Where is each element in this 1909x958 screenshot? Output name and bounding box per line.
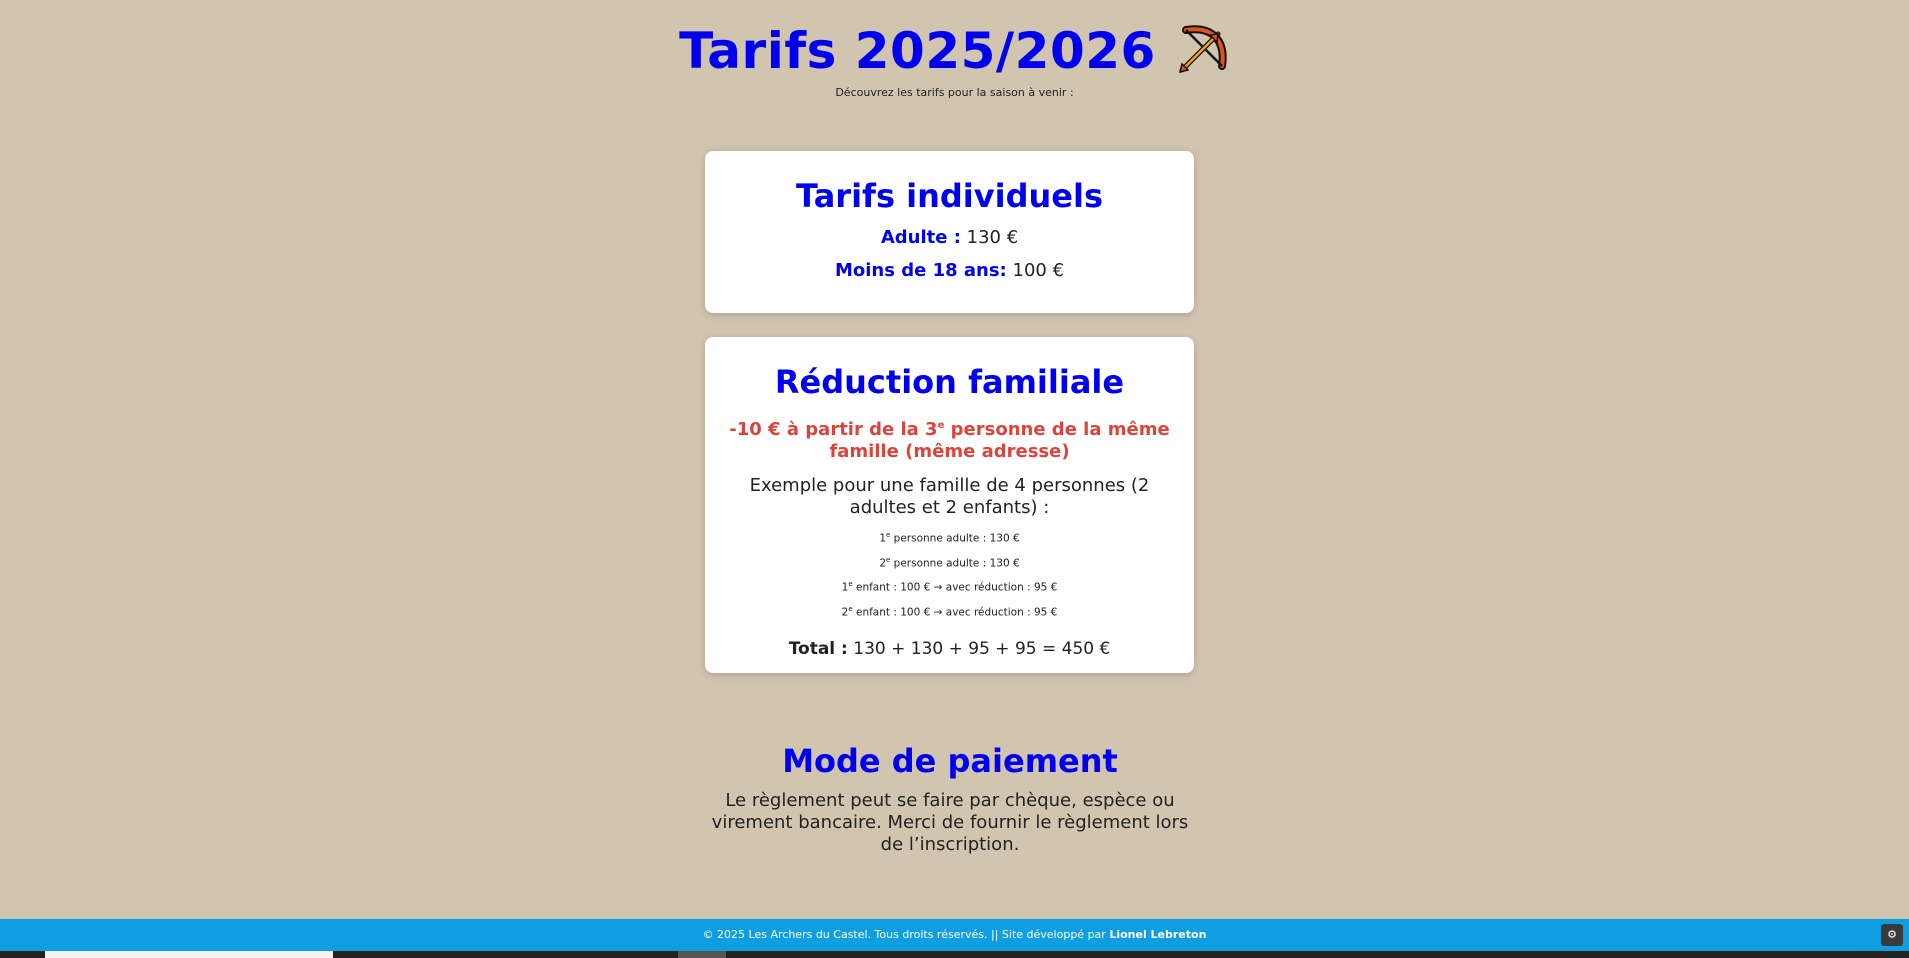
family-example-line: 2e personne adulte : 130 € <box>727 550 1172 575</box>
page-subtitle: Découvrez les tarifs pour la saison à ve… <box>835 86 1074 99</box>
minor-price-label: Moins de 18 ans: <box>834 260 1007 281</box>
bow-and-arrow-icon <box>1172 22 1230 80</box>
family-discount-title: Réduction familiale <box>774 363 1125 401</box>
adult-price-label: Adulte : <box>880 227 961 248</box>
page-title-text: Tarifs 2025/2026 <box>679 22 1156 80</box>
family-example-total: Total : 130 + 130 + 95 + 95 = 450 € <box>727 639 1172 659</box>
adult-price-line: Adulte : 130 € <box>727 227 1172 248</box>
individual-pricing-title: Tarifs individuels <box>795 177 1103 215</box>
footer-copyright: © 2025 Les Archers du Castel. Tous droit… <box>702 928 1106 941</box>
family-discount-prefix: -10 € à partir de la 3 <box>729 419 938 440</box>
payment-text: Le règlement peut se faire par chèque, e… <box>711 790 1189 855</box>
minor-price-line: Moins de 18 ans: 100 € <box>727 260 1172 281</box>
line-text: personne adulte : 130 € <box>890 532 1020 545</box>
line-text: enfant : 100 € → avec réduction : 95 € <box>852 581 1058 594</box>
individual-pricing-card: Tarifs individuels Adulte : 130 € Moins … <box>705 151 1194 313</box>
family-example-line: 1e personne adulte : 130 € <box>727 525 1172 550</box>
payment-title: Mode de paiement <box>782 742 1118 780</box>
adult-price-value: 130 € <box>966 227 1019 248</box>
hero: Tarifs 2025/2026 Découvrez les tarifs po… <box>0 22 1909 99</box>
total-value: 130 + 130 + 95 + 95 = 450 € <box>853 639 1111 659</box>
family-example-line: 2e enfant : 100 € → avec réduction : 95 … <box>727 599 1172 624</box>
page-title: Tarifs 2025/2026 <box>679 22 1230 80</box>
payment-section: Mode de paiement Le règlement peut se fa… <box>700 742 1200 856</box>
family-discount-rule: -10 € à partir de la 3e personne de la m… <box>727 415 1172 463</box>
extension-icon[interactable]: ⚙ <box>1881 924 1903 946</box>
page: Tarifs 2025/2026 Découvrez les tarifs po… <box>0 0 1909 958</box>
footer-author-link[interactable]: Lionel Lebreton <box>1109 928 1206 941</box>
taskbar-search-box[interactable] <box>45 951 333 958</box>
line-text: enfant : 100 € → avec réduction : 95 € <box>852 606 1058 618</box>
minor-price-value: 100 € <box>1012 260 1065 281</box>
family-example-lines: 1e personne adulte : 130 € 2e personne a… <box>727 525 1172 623</box>
taskbar-app-button[interactable] <box>678 951 726 958</box>
family-example-line: 1e enfant : 100 € → avec réduction : 95 … <box>727 574 1172 599</box>
taskbar <box>0 951 1909 958</box>
line-text: personne adulte : 130 € <box>890 557 1020 569</box>
total-label: Total : <box>788 639 848 659</box>
family-discount-card: Réduction familiale -10 € à partir de la… <box>705 337 1194 673</box>
family-example-intro: Exemple pour une famille de 4 personnes … <box>749 475 1150 518</box>
footer: © 2025 Les Archers du Castel. Tous droit… <box>0 919 1909 951</box>
